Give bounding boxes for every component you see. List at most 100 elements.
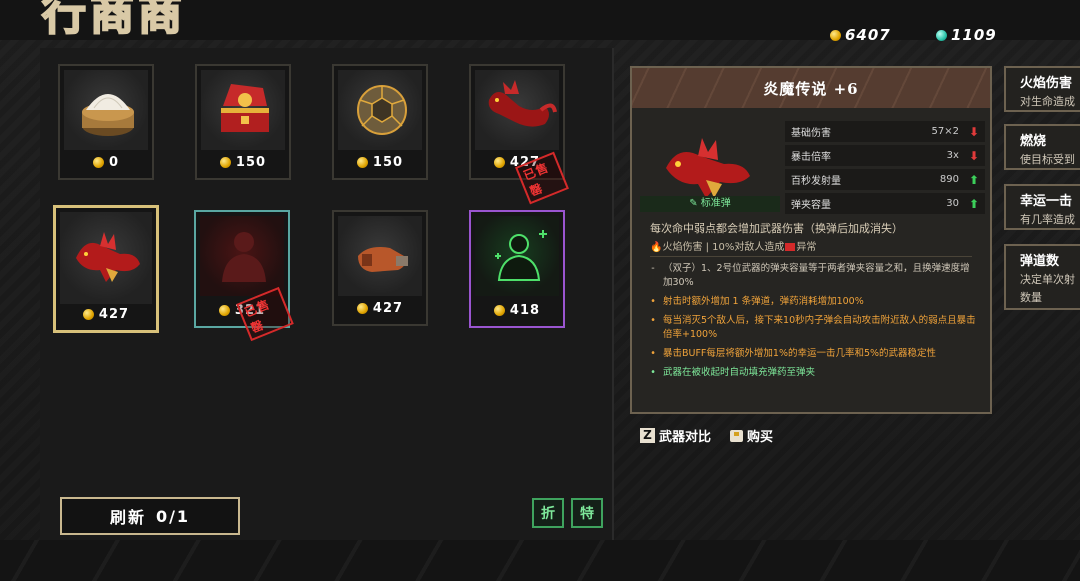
gem-icon <box>936 29 947 41</box>
page-title: 行商商 <box>41 0 186 41</box>
rice-steamer-icon <box>64 70 148 150</box>
gold-coin-icon <box>830 29 841 41</box>
gold-counter: 6407 <box>830 26 891 44</box>
buy-key-icon <box>730 429 743 442</box>
shop-slot-5[interactable]: 427 <box>53 205 159 333</box>
compare-hint[interactable]: Z 武器对比 <box>640 426 711 445</box>
coin-icon <box>493 305 505 316</box>
discount-button[interactable]: 折 <box>532 498 564 528</box>
shop-slot-3[interactable]: 150 <box>332 64 428 180</box>
flame-dragon-gun-icon <box>60 212 152 304</box>
stat-value: 57×2 <box>931 126 959 137</box>
arrow-down-icon: ⬇ <box>968 148 979 163</box>
treasure-chest-icon <box>201 70 285 150</box>
coin-icon <box>356 303 368 314</box>
shop-slot-8[interactable]: 418 <box>469 210 565 328</box>
item-description: 每次命中弱点都会增加武器伤害（换弹后加成消失） <box>650 222 903 235</box>
effect-bullet: • <box>650 367 656 378</box>
stat-value: 890 <box>939 174 959 185</box>
keyword-desc: 数量 <box>1020 291 1042 304</box>
shop-slot-1[interactable]: 0 <box>58 64 154 180</box>
keyword-title: 弹道数 <box>1020 254 1060 269</box>
keyword-card-fire-damage: 火焰伤害 对生命造成 <box>1004 66 1080 112</box>
keyword-title: 燃烧 <box>1020 134 1047 149</box>
effect-bullet: - <box>651 263 655 274</box>
compare-label: 武器对比 <box>659 430 712 445</box>
effect-text: 暴击BUFF每层将额外增加1%的幸运一击几率和5%的武器稳定性 <box>663 348 937 359</box>
effect-bullet: • <box>650 315 656 326</box>
stat-label: 暴击倍率 <box>791 152 831 163</box>
refresh-count: 0/1 <box>155 506 191 526</box>
stat-label: 百秒发射量 <box>791 176 841 187</box>
keyword-title: 幸运一击 <box>1020 194 1073 209</box>
refresh-label: 刷新 <box>109 508 146 527</box>
price-value: 150 <box>235 155 267 170</box>
divider <box>650 256 972 257</box>
keyword-desc: 使目标受到 <box>1020 153 1075 166</box>
effect-text: 武器在被收起时自动填充弹药至弹夹 <box>663 367 816 378</box>
effect-bullet: • <box>650 348 656 359</box>
buy-label: 购买 <box>747 430 774 445</box>
refresh-button[interactable]: 刷新 0/1 <box>60 497 240 535</box>
damage-type-line: 🔥火焰伤害 | 10%对敌人造成 异常 <box>650 238 816 253</box>
weapon-type-badge: ✎ 标准弹 <box>640 196 780 212</box>
keyword-title: 火焰伤害 <box>1020 76 1073 91</box>
shop-slot-7[interactable]: 427 <box>332 210 428 326</box>
price-value: 0 <box>108 155 120 170</box>
price-value: 418 <box>509 303 541 318</box>
arrow-down-icon: ⬇ <box>968 124 979 139</box>
damage-type-suffix: 异常 <box>796 242 817 253</box>
shadow-figure-icon <box>200 216 284 296</box>
slot-price: 427 <box>56 307 156 322</box>
effect-bullet: • <box>650 296 656 307</box>
keyword-card-burn: 燃烧 使目标受到 <box>1004 124 1080 170</box>
slot-price: 150 <box>334 155 426 170</box>
slot-price: 418 <box>471 303 563 318</box>
slot-price: 0 <box>60 155 152 170</box>
fire-icon: 🔥 <box>650 242 663 253</box>
slot-price: 427 <box>334 301 426 316</box>
effect-text: 每当消灭5个敌人后，接下来10秒内子弹会自动攻击附近敌人的弱点且暴击倍率+100… <box>663 315 976 340</box>
price-value: 427 <box>372 301 404 316</box>
stat-row: 百秒发射量 890 ⬆ <box>785 169 985 190</box>
coin-icon <box>218 305 230 316</box>
stat-value: 3x <box>946 150 959 161</box>
arrow-up-icon: ⬆ <box>968 172 979 187</box>
stats-table: 基础伤害 57×2 ⬇ 暴击倍率 3x ⬇ 百秒发射量 890 ⬆ 弹夹容量 3… <box>785 121 985 217</box>
gauntlet-icon <box>338 216 422 296</box>
effect-item: • 暴击BUFF每层将额外增加1%的幸运一击几率和5%的武器稳定性 <box>648 347 978 361</box>
price-value: 427 <box>98 307 130 322</box>
special-button[interactable]: 特 <box>571 498 603 528</box>
coin-icon <box>82 309 94 320</box>
red-dragon-icon <box>475 70 559 150</box>
shop-slot-6[interactable]: 321 已售罄 <box>194 210 294 342</box>
keyword-desc: 对生命造成 <box>1020 95 1075 108</box>
effect-item: • 每当消灭5个敌人后，接下来10秒内子弹会自动攻击附近敌人的弱点且暴击倍率+10… <box>648 314 978 342</box>
coin-icon <box>92 157 104 168</box>
burn-status-icon <box>785 243 796 251</box>
shop-slot-2[interactable]: 150 <box>195 64 291 180</box>
effects-list: - （双子）1、2号位武器的弹夹容量等于两者弹夹容量之和，且换弹速度增加30% •… <box>648 262 978 385</box>
gold-amount: 6407 <box>845 26 891 44</box>
shop-slot-4[interactable]: 427 已售罄 <box>469 64 569 205</box>
stat-row: 暴击倍率 3x ⬇ <box>785 145 985 166</box>
weapon-type-label: 标准弹 <box>700 198 731 209</box>
keyword-card-projectile-count: 弹道数 决定单次射 数量 <box>1004 244 1080 310</box>
z-key-icon: Z <box>640 428 655 443</box>
keyword-desc: 有几率造成 <box>1020 213 1075 226</box>
stat-label: 基础伤害 <box>791 128 831 139</box>
keyword-desc: 决定单次射 <box>1020 273 1075 286</box>
stat-row: 基础伤害 57×2 ⬇ <box>785 121 985 142</box>
coin-icon <box>493 157 505 168</box>
gem-counter: 1109 <box>936 26 997 44</box>
healing-figure-icon <box>475 216 559 296</box>
arrow-up-icon: ⬆ <box>968 196 979 211</box>
coin-icon <box>219 157 231 168</box>
effect-text: 射击时额外增加 1 条弹道，弹药消耗增加100% <box>663 296 864 307</box>
buy-hint[interactable]: 购买 <box>730 426 773 445</box>
effect-item: • 射击时额外增加 1 条弹道，弹药消耗增加100% <box>648 295 978 309</box>
stat-label: 弹夹容量 <box>791 200 831 211</box>
item-detail-panel: 炎魔传说 +6 ✎ 标准弹 基础伤害 57×2 ⬇ 暴击倍率 3x ⬇ 百秒发射… <box>630 66 992 414</box>
effect-item: - （双子）1、2号位武器的弹夹容量等于两者弹夹容量之和，且换弹速度增加30% <box>648 262 978 290</box>
hex-sphere-icon <box>338 70 422 150</box>
